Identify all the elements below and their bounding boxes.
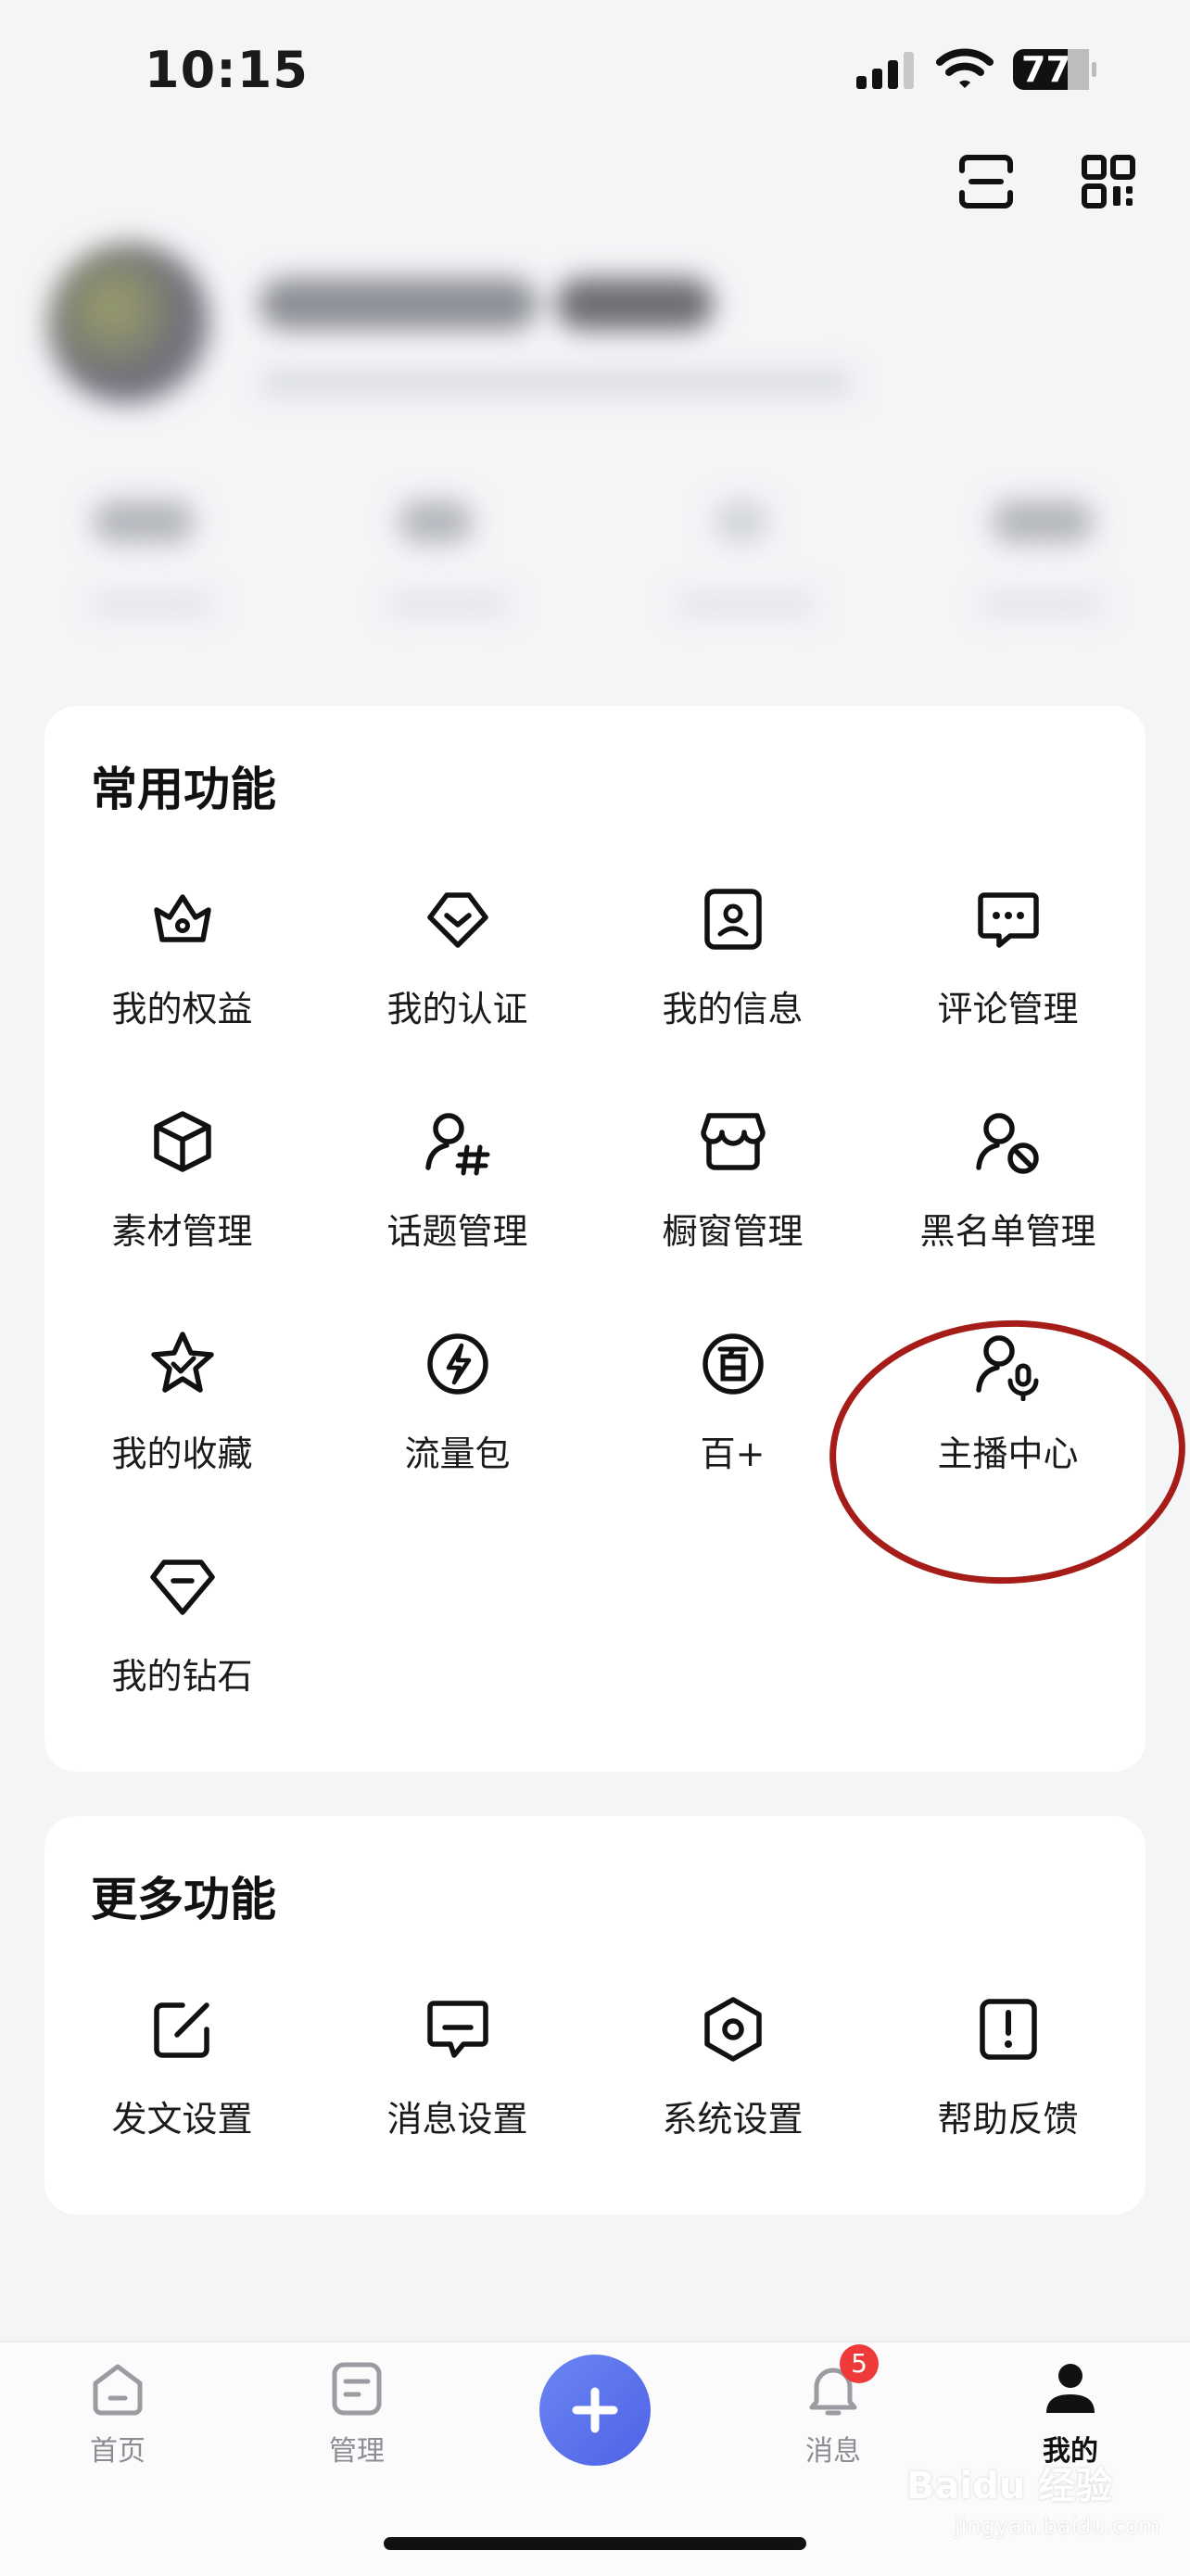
item-comment-manage[interactable]: 评论管理 bbox=[870, 882, 1146, 1031]
cellular-signal-icon bbox=[856, 52, 914, 89]
item-label: 我的权益 bbox=[111, 989, 253, 1029]
more-functions-card: 更多功能 发文设置 消息设置 系统设置 帮助反馈 bbox=[44, 1816, 1146, 2215]
publish-button[interactable] bbox=[539, 2355, 651, 2466]
scan-icon[interactable] bbox=[958, 154, 1014, 209]
stat-value-blurred bbox=[714, 500, 769, 543]
common-functions-card: 常用功能 我的权益 我的认证 我的信息 评论管理 素材管理 话题管理 橱窗管理 … bbox=[44, 706, 1146, 1772]
item-label: 系统设置 bbox=[662, 2099, 804, 2140]
item-blacklist-manage[interactable]: 黑名单管理 bbox=[870, 1105, 1146, 1254]
item-topic-manage[interactable]: 话题管理 bbox=[320, 1105, 595, 1254]
tab-label: 管理 bbox=[329, 2435, 385, 2468]
lightning-icon bbox=[426, 1333, 488, 1395]
message-icon bbox=[426, 2001, 488, 2058]
plus-icon bbox=[572, 2387, 618, 2433]
id-card-icon bbox=[703, 889, 762, 950]
stat-value-blurred bbox=[399, 500, 473, 543]
manage-icon bbox=[332, 2362, 382, 2416]
item-label: 帮助反馈 bbox=[937, 2099, 1079, 2140]
crown-icon bbox=[153, 894, 211, 942]
item-label: 发文设置 bbox=[111, 2099, 253, 2140]
tab-manage[interactable]: 管理 bbox=[287, 2359, 426, 2469]
battery-indicator: 77 bbox=[1012, 48, 1097, 91]
profile-subtitle-blurred bbox=[260, 371, 853, 395]
item-traffic-package[interactable]: 流量包 bbox=[320, 1327, 595, 1476]
username-blurred-2 bbox=[556, 278, 714, 330]
battery-level: 77 bbox=[1021, 49, 1070, 90]
status-time: 10:15 bbox=[145, 41, 309, 99]
stat-label-blurred bbox=[93, 593, 213, 615]
storefront-icon bbox=[700, 1113, 766, 1170]
item-label: 橱窗管理 bbox=[662, 1211, 804, 1252]
settings-hexagon-icon bbox=[703, 1997, 762, 2062]
stat-value-blurred bbox=[992, 500, 1094, 543]
tab-mine[interactable]: 我的 bbox=[1001, 2359, 1140, 2469]
profile-icon bbox=[1046, 2364, 1095, 2413]
item-help-feedback[interactable]: 帮助反馈 bbox=[870, 1992, 1146, 2141]
tab-messages[interactable]: 消息 bbox=[764, 2359, 903, 2469]
item-system-settings[interactable]: 系统设置 bbox=[595, 1992, 870, 2141]
tab-home[interactable]: 首页 bbox=[48, 2359, 187, 2469]
avatar[interactable] bbox=[48, 243, 209, 404]
username-blurred bbox=[260, 278, 538, 330]
stat-label-blurred bbox=[982, 593, 1103, 615]
item-label: 我的钻石 bbox=[111, 1656, 253, 1697]
item-label: 黑名单管理 bbox=[919, 1211, 1096, 1252]
profile-header[interactable] bbox=[0, 222, 1190, 667]
watermark-url: jingyan.baidu.com bbox=[955, 2513, 1160, 2539]
tab-label: 首页 bbox=[90, 2435, 146, 2468]
item-post-settings[interactable]: 发文设置 bbox=[44, 1992, 320, 2141]
home-indicator bbox=[384, 2537, 806, 2550]
item-label: 流量包 bbox=[404, 1433, 511, 1474]
tab-label: 消息 bbox=[805, 2435, 861, 2468]
comment-icon bbox=[977, 892, 1039, 948]
stat-value-blurred bbox=[93, 500, 195, 543]
home-icon bbox=[93, 2364, 143, 2416]
item-label: 消息设置 bbox=[386, 2099, 528, 2140]
item-material-manage[interactable]: 素材管理 bbox=[44, 1105, 320, 1254]
item-message-settings[interactable]: 消息设置 bbox=[320, 1992, 595, 2141]
qrcode-icon[interactable] bbox=[1081, 154, 1136, 209]
item-my-verification[interactable]: 我的认证 bbox=[320, 882, 595, 1031]
item-my-rights[interactable]: 我的权益 bbox=[44, 882, 320, 1031]
star-check-icon bbox=[150, 1332, 214, 1393]
watermark-logo: Baidu 经验 bbox=[906, 2465, 1113, 2507]
item-showcase-manage[interactable]: 橱窗管理 bbox=[595, 1105, 870, 1254]
help-exclamation-icon bbox=[979, 1999, 1037, 2060]
item-label: 我的认证 bbox=[386, 989, 528, 1029]
item-label: 话题管理 bbox=[386, 1211, 528, 1252]
item-my-diamonds[interactable]: 我的钻石 bbox=[44, 1549, 320, 1698]
stat-label-blurred bbox=[677, 593, 816, 615]
item-label: 素材管理 bbox=[111, 1211, 253, 1252]
more-functions-title: 更多功能 bbox=[91, 1873, 276, 1926]
item-my-info[interactable]: 我的信息 bbox=[595, 882, 870, 1031]
edit-icon bbox=[153, 2002, 209, 2058]
user-hashtag-icon bbox=[424, 1113, 489, 1176]
user-blocked-icon bbox=[975, 1113, 1039, 1174]
stat-label-blurred bbox=[389, 593, 510, 615]
message-count-badge: 5 bbox=[840, 2344, 879, 2383]
common-functions-title: 常用功能 bbox=[91, 763, 276, 816]
verify-badge-icon bbox=[426, 892, 488, 948]
item-label: 我的收藏 bbox=[111, 1433, 253, 1474]
wifi-icon bbox=[936, 48, 994, 88]
item-label: 评论管理 bbox=[937, 989, 1079, 1029]
bai-icon bbox=[702, 1333, 764, 1395]
cube-icon bbox=[153, 1111, 211, 1172]
item-my-favorites[interactable]: 我的收藏 bbox=[44, 1327, 320, 1476]
diamond-icon bbox=[149, 1559, 215, 1615]
item-label: 我的信息 bbox=[662, 989, 804, 1029]
